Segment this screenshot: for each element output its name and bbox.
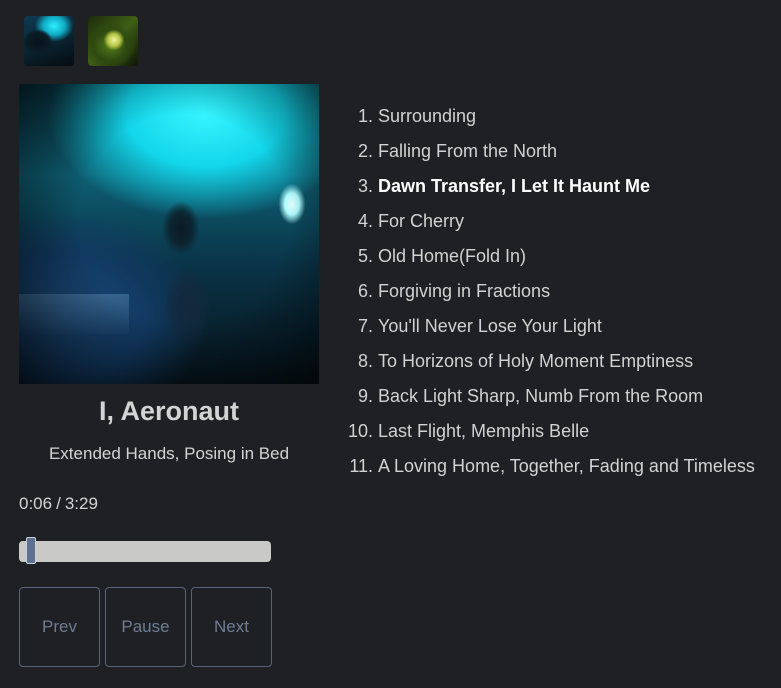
track-item[interactable]: 5. Old Home(Fold In) [342, 239, 755, 274]
track-item[interactable]: 7. You'll Never Lose Your Light [342, 309, 755, 344]
track-number: 6. [357, 281, 373, 301]
tracklist: 1. Surrounding 2. Falling From the North 3. D… [342, 99, 755, 484]
track-number: 1. [357, 106, 373, 126]
track-title: Back Light Sharp, Numb From the Room [378, 386, 704, 406]
track-title: Old Home(Fold In) [378, 246, 527, 266]
song-title: I, Aeronaut [98, 396, 239, 426]
cover-thumbnail-1[interactable] [24, 16, 74, 66]
track-item[interactable]: 2. Falling From the North [342, 134, 755, 169]
album-cover-image [19, 84, 319, 384]
pause-button[interactable]: Pause [105, 587, 186, 667]
progress-fill [19, 541, 27, 562]
track-title: Forgiving in Fractions [378, 281, 551, 301]
track-number: 5. [357, 246, 373, 266]
track-number: 3. [357, 176, 373, 196]
prev-button[interactable]: Prev [19, 587, 100, 667]
track-title: Last Flight, Memphis Belle [378, 421, 590, 441]
track-item[interactable]: 4. For Cherry [342, 204, 755, 239]
time-display: 0:06/3:29 [19, 494, 98, 513]
cover-thumbnails [24, 16, 138, 66]
progress-bar[interactable] [19, 537, 271, 564]
track-title: You'll Never Lose Your Light [378, 316, 602, 336]
progress-handle[interactable] [26, 537, 37, 564]
track-item[interactable]: 9. Back Light Sharp, Numb From the Room [342, 379, 755, 414]
track-item[interactable]: 8. To Horizons of Holy Moment Emptiness [342, 344, 755, 379]
track-number: 8. [357, 351, 373, 371]
track-title: To Horizons of Holy Moment Emptiness [378, 351, 694, 371]
track-title: For Cherry [378, 211, 465, 231]
track-number: 10. [347, 421, 373, 441]
track-item[interactable]: 10. Last Flight, Memphis Belle [342, 414, 755, 449]
track-item[interactable]: 3. Dawn Transfer, I Let It Haunt Me [342, 169, 755, 204]
track-title: A Loving Home, Together, Fading and Time… [378, 456, 755, 476]
track-title: Falling From the North [378, 141, 558, 161]
track-number: 7. [357, 316, 373, 336]
track-number: 2. [357, 141, 373, 161]
track-item[interactable]: 11. A Loving Home, Together, Fading and T… [342, 449, 755, 484]
track-item[interactable]: 1. Surrounding [342, 99, 755, 134]
playback-controls: Prev Pause Next [19, 587, 272, 667]
track-item[interactable]: 6. Forgiving in Fractions [342, 274, 755, 309]
album-name: Extended Hands, Posing in Bed [48, 444, 290, 463]
current-time: 0:06 [19, 494, 53, 513]
track-title: Surrounding [378, 106, 477, 126]
track-number: 4. [357, 211, 373, 231]
duration: 3:29 [64, 494, 98, 513]
cover-thumbnail-2[interactable] [88, 16, 138, 66]
track-number: 9. [357, 386, 373, 406]
track-title: Dawn Transfer, I Let It Haunt Me [378, 176, 651, 196]
next-button[interactable]: Next [191, 587, 272, 667]
track-number: 11. [349, 456, 373, 476]
